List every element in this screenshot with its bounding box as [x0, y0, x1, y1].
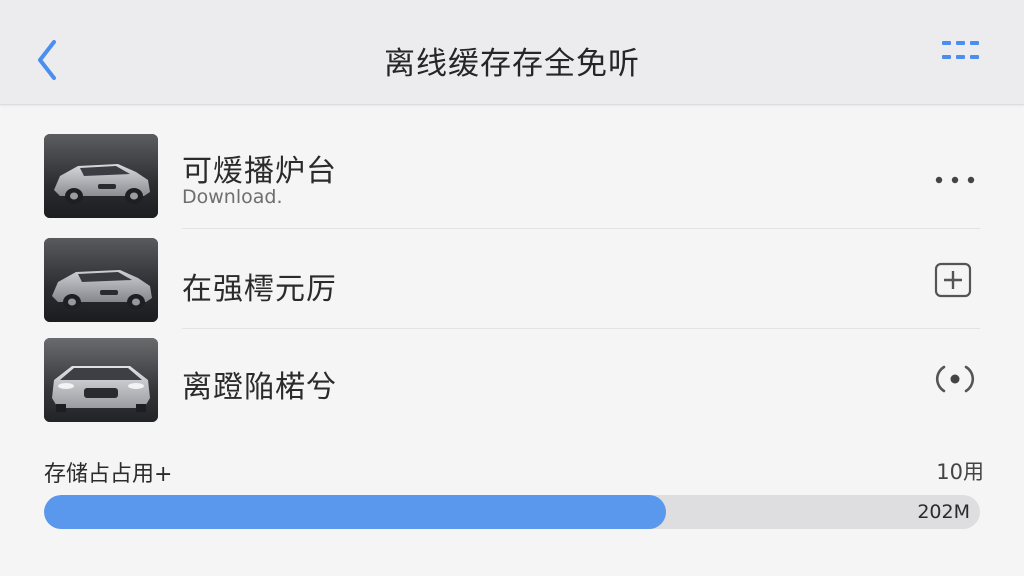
header-bar: 离线缓存存全免听: [0, 0, 1024, 105]
add-square-icon: [934, 262, 972, 298]
radio-target-icon: [935, 365, 975, 393]
grid-menu-button[interactable]: [940, 40, 984, 64]
car-thumbnail: [44, 238, 158, 322]
storage-label: 存储占占用+: [44, 462, 173, 487]
item-title: 在强樗元厉: [182, 272, 337, 307]
storage-used-text: 202M: [917, 501, 970, 523]
item-title: 离蹬陥楉兮: [182, 370, 337, 405]
page-title: 离线缓存存全免听: [384, 46, 640, 82]
more-dots-icon: [935, 176, 975, 184]
item-title: 可煖播炉台: [182, 154, 337, 189]
storage-progress-bar: 202M: [44, 495, 980, 529]
grid-menu-icon: [942, 41, 979, 59]
list-item[interactable]: 可煖播炉台 Download.: [0, 128, 1024, 228]
row-divider: [182, 228, 980, 229]
more-button[interactable]: [934, 172, 978, 186]
list-item[interactable]: 离蹬陥楉兮: [0, 334, 1024, 434]
row-divider: [182, 328, 980, 329]
list-item[interactable]: 在强樗元厉: [0, 234, 1024, 334]
car-thumbnail: [44, 134, 158, 218]
storage-total: 10用: [936, 460, 984, 484]
add-button[interactable]: [934, 262, 972, 300]
item-subtitle: Download.: [182, 186, 283, 208]
storage-progress-fill: [44, 495, 667, 529]
select-button[interactable]: [934, 361, 976, 397]
car-thumbnail: [44, 338, 158, 422]
